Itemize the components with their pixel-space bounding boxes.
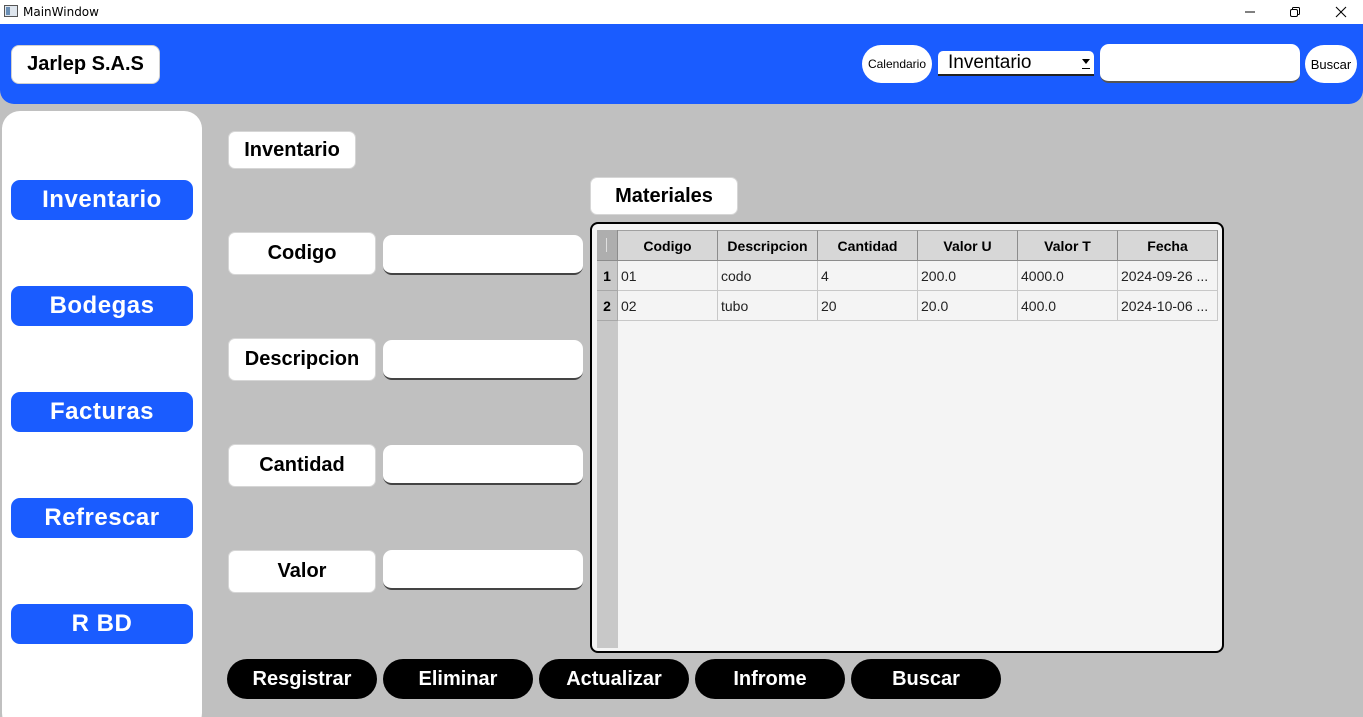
valor-field[interactable] bbox=[383, 550, 583, 590]
minimize-button[interactable] bbox=[1227, 0, 1273, 24]
table-cell[interactable]: 4 bbox=[818, 261, 918, 291]
table-cell[interactable]: 2024-09-26 ... bbox=[1118, 261, 1218, 291]
header-search-button[interactable]: Buscar bbox=[1305, 45, 1357, 83]
sidebar-item-refrescar[interactable]: Refrescar bbox=[11, 498, 193, 538]
actualizar-button[interactable]: Actualizar bbox=[539, 659, 689, 699]
minimize-icon bbox=[1245, 11, 1255, 13]
section-combobox[interactable]: Inventario bbox=[938, 51, 1094, 76]
table-cell[interactable]: tubo bbox=[718, 291, 818, 321]
column-header-codigo[interactable]: Codigo bbox=[618, 230, 718, 261]
table-cell[interactable]: 02 bbox=[618, 291, 718, 321]
column-header-cantidad[interactable]: Cantidad bbox=[818, 230, 918, 261]
cantidad-label: Cantidad bbox=[228, 444, 376, 487]
sidebar-item-facturas[interactable]: Facturas bbox=[11, 392, 193, 432]
combo-selected-value: Inventario bbox=[948, 51, 1032, 73]
descripcion-label: Descripcion bbox=[228, 338, 376, 381]
table-cell[interactable]: codo bbox=[718, 261, 818, 291]
window-title: MainWindow bbox=[23, 5, 99, 19]
close-icon bbox=[1335, 6, 1347, 18]
codigo-field[interactable] bbox=[383, 235, 583, 275]
title-bar: MainWindow bbox=[0, 0, 1363, 24]
cantidad-field[interactable] bbox=[383, 445, 583, 485]
column-header-descripcion[interactable]: Descripcion bbox=[718, 230, 818, 261]
app-icon bbox=[4, 5, 18, 17]
sidebar-item-inventario[interactable]: Inventario bbox=[11, 180, 193, 220]
registrar-button[interactable]: Resgistrar bbox=[227, 659, 377, 699]
select-all-corner[interactable] bbox=[597, 230, 618, 261]
informe-button[interactable]: Infrome bbox=[695, 659, 845, 699]
close-button[interactable] bbox=[1318, 0, 1363, 24]
sidebar-item-bodegas[interactable]: Bodegas bbox=[11, 286, 193, 326]
table-cell[interactable]: 20.0 bbox=[918, 291, 1018, 321]
section-title: Inventario bbox=[228, 131, 356, 169]
table-cell[interactable]: 400.0 bbox=[1018, 291, 1118, 321]
table-cell[interactable]: 2024-10-06 ... bbox=[1118, 291, 1218, 321]
brand-label: Jarlep S.A.S bbox=[11, 45, 160, 84]
buscar-button[interactable]: Buscar bbox=[851, 659, 1001, 699]
sidebar: Inventario Bodegas Facturas Refrescar R … bbox=[2, 111, 202, 717]
column-header-valor-u[interactable]: Valor U bbox=[918, 230, 1018, 261]
table-cell[interactable]: 200.0 bbox=[918, 261, 1018, 291]
restore-button[interactable] bbox=[1272, 0, 1318, 24]
chevron-down-icon bbox=[1082, 59, 1090, 69]
materials-table[interactable]: Codigo Descripcion Cantidad Valor U Valo… bbox=[590, 222, 1224, 653]
descripcion-field[interactable] bbox=[383, 340, 583, 380]
row-header[interactable]: 2 bbox=[597, 291, 618, 321]
table-title: Materiales bbox=[590, 177, 738, 215]
header-search-input[interactable] bbox=[1100, 44, 1300, 83]
column-header-valor-t[interactable]: Valor T bbox=[1018, 230, 1118, 261]
sidebar-item-r-bd[interactable]: R BD bbox=[11, 604, 193, 644]
valor-label: Valor bbox=[228, 550, 376, 593]
codigo-label: Codigo bbox=[228, 232, 376, 275]
row-header[interactable]: 1 bbox=[597, 261, 618, 291]
header-bar: Jarlep S.A.S Calendario Inventario Busca… bbox=[0, 24, 1363, 104]
table-cell[interactable]: 20 bbox=[818, 291, 918, 321]
column-header-fecha[interactable]: Fecha bbox=[1118, 230, 1218, 261]
calendar-button[interactable]: Calendario bbox=[862, 45, 932, 83]
table-cell[interactable]: 4000.0 bbox=[1018, 261, 1118, 291]
table-cell[interactable]: 01 bbox=[618, 261, 718, 291]
restore-icon bbox=[1290, 7, 1300, 17]
eliminar-button[interactable]: Eliminar bbox=[383, 659, 533, 699]
